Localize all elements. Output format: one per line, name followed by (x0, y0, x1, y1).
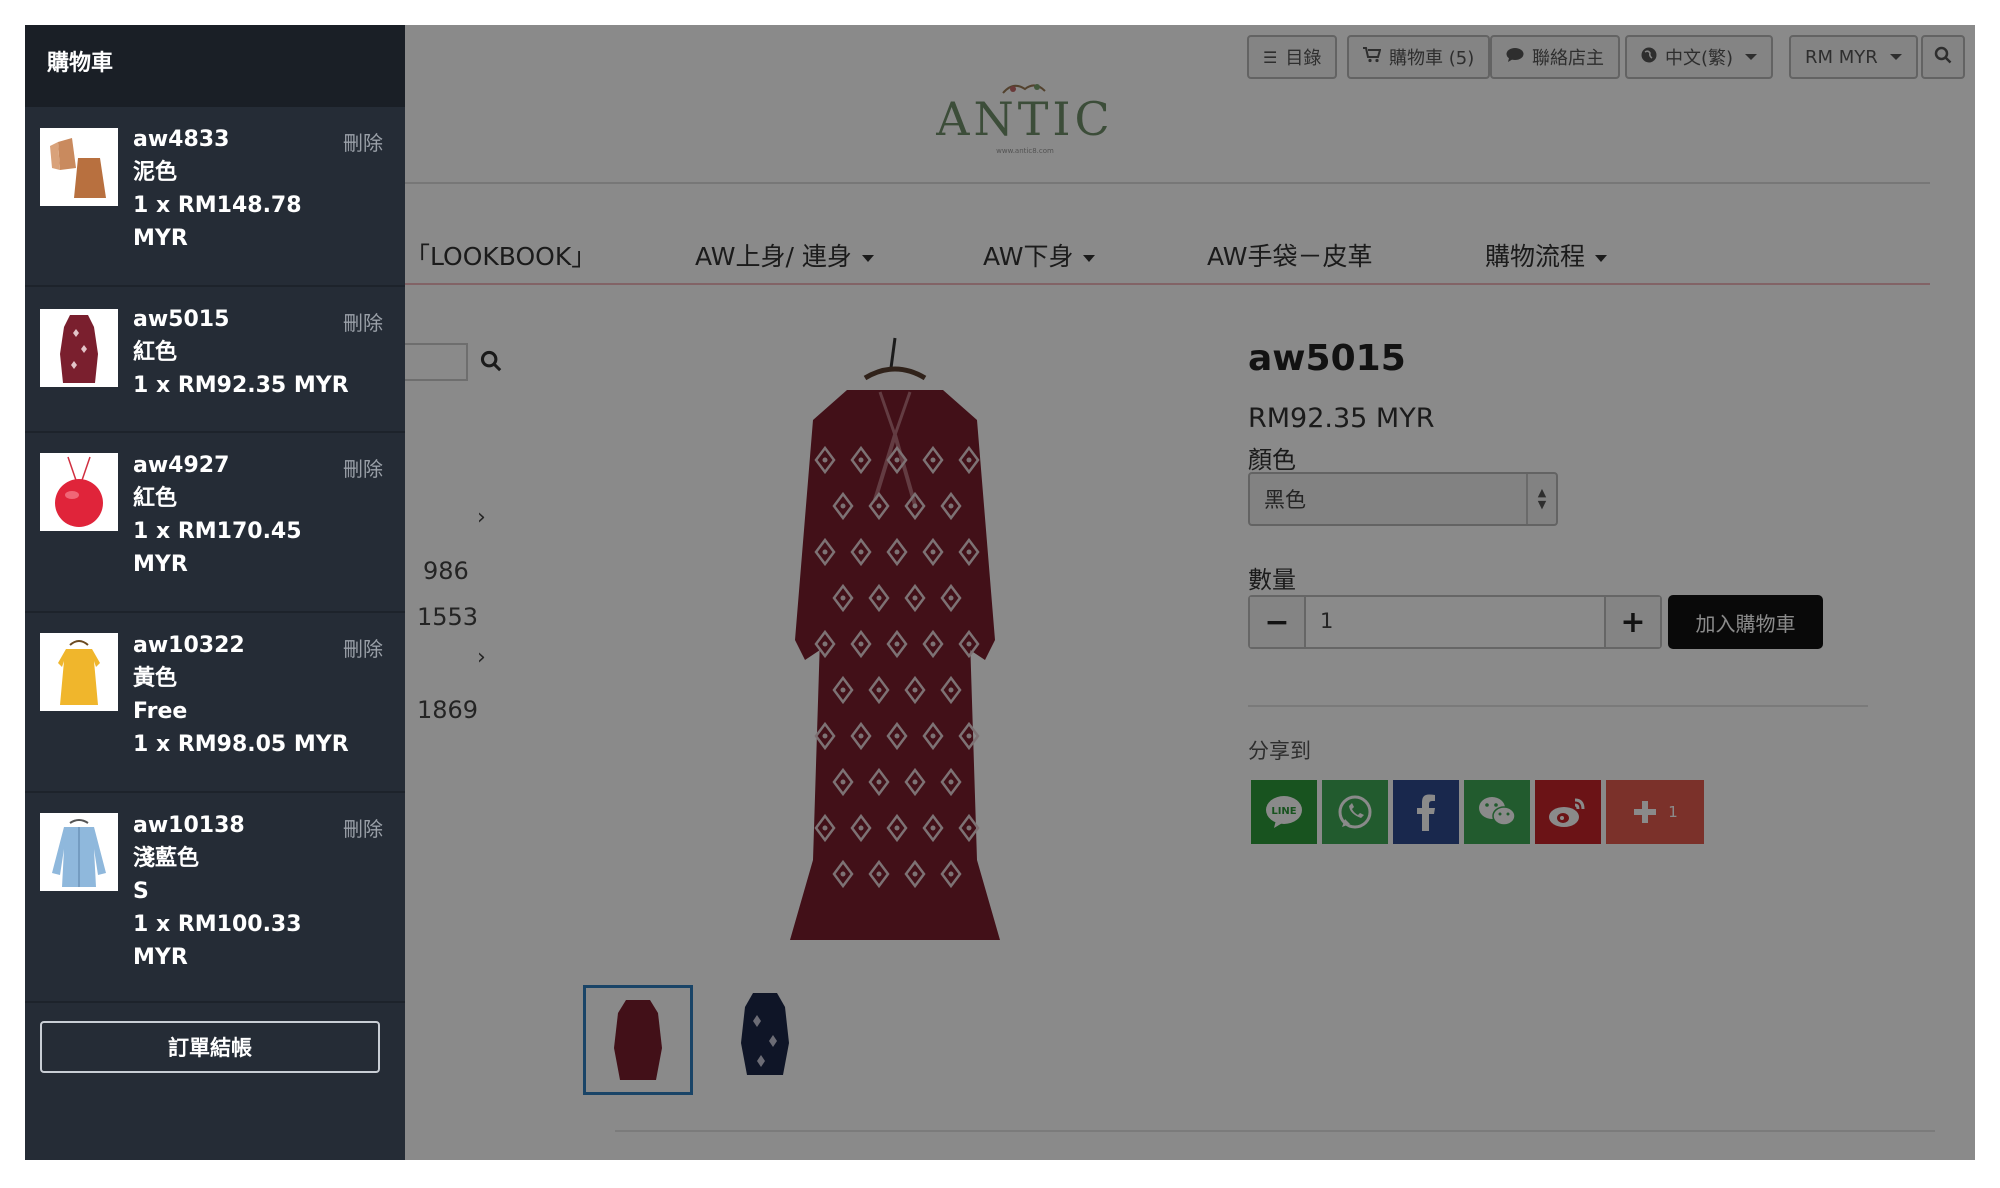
cart-item-size: Free (133, 699, 188, 724)
cart-item-code: aw10322 (133, 633, 245, 658)
cart-item-price: 1 x RM100.33 (133, 912, 302, 937)
cart-item-image[interactable] (40, 633, 118, 711)
cart-item-currency: MYR (133, 226, 188, 251)
cart-item-code: aw5015 (133, 307, 230, 332)
cart-item-color: 紅色 (133, 486, 178, 511)
cart-item-color: 泥色 (133, 160, 178, 185)
cart-item-image[interactable] (40, 453, 118, 531)
cart-title: 購物車 (47, 51, 114, 76)
delete-link[interactable]: 刪除 (343, 813, 383, 842)
cart-item: aw10138 淺藍色 S 1 x RM100.33 MYR 刪除 (25, 793, 405, 1003)
cart-item-code: aw10138 (133, 813, 245, 838)
cart-item-currency: MYR (133, 552, 188, 577)
cart-item-image[interactable] (40, 309, 118, 387)
cart-item-color: 紅色 (133, 340, 178, 365)
cart-item-image[interactable] (40, 128, 118, 206)
delete-link[interactable]: 刪除 (343, 453, 383, 482)
cart-item-color: 淺藍色 (133, 846, 200, 871)
delete-link[interactable]: 刪除 (343, 633, 383, 662)
cart-item-price: 1 x RM170.45 (133, 519, 302, 544)
checkout-button[interactable]: 訂單結帳 (40, 1021, 380, 1073)
browser-viewport: ☰ 目錄 購物車 (5) 聯絡店主 中文(繁) RM MYR ANTIC www… (25, 25, 1975, 1160)
delete-link[interactable]: 刪除 (343, 307, 383, 336)
cart-item-code: aw4833 (133, 127, 230, 152)
cart-item-size: S (133, 879, 149, 904)
cart-item: aw5015 紅色 1 x RM92.35 MYR 刪除 (25, 287, 405, 433)
cart-item-image[interactable] (40, 813, 118, 891)
cart-item: aw4833 泥色 1 x RM148.78 MYR 刪除 (25, 107, 405, 287)
cart-item: aw10322 黃色 Free 1 x RM98.05 MYR 刪除 (25, 613, 405, 793)
cart-item-price: 1 x RM148.78 (133, 193, 302, 218)
cart-header: 購物車 (25, 25, 405, 107)
delete-link[interactable]: 刪除 (343, 127, 383, 156)
cart-item-price: 1 x RM98.05 MYR (133, 732, 349, 757)
cart-item-color: 黃色 (133, 666, 178, 691)
cart-item-currency: MYR (133, 945, 188, 970)
cart-item-code: aw4927 (133, 453, 230, 478)
cart-item-price: 1 x RM92.35 MYR (133, 373, 349, 398)
cart-drawer: 購物車 aw4833 泥色 1 x RM148.78 MYR 刪除 aw5015… (25, 25, 405, 1160)
cart-item: aw4927 紅色 1 x RM170.45 MYR 刪除 (25, 433, 405, 613)
